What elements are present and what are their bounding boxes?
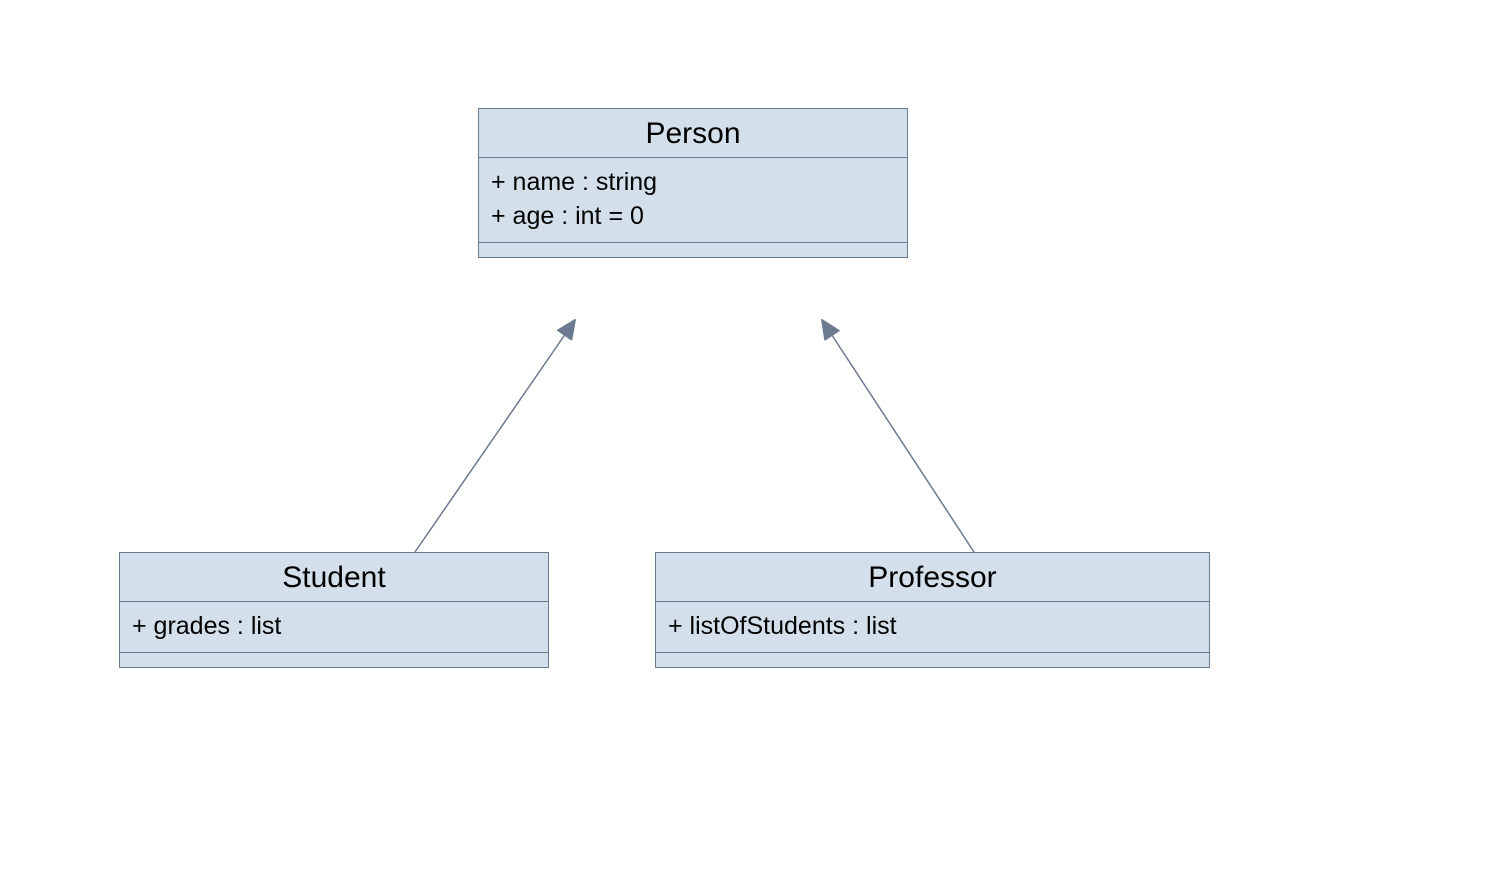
class-professor-operations [656,653,1209,667]
generalization-professor-person [822,320,974,552]
generalization-student-person [415,320,575,552]
class-person-name: Person [479,109,907,158]
uml-canvas: Person + name : string + age : int = 0 S… [0,0,1500,879]
class-person-attr-1: + age : int = 0 [491,200,895,234]
class-student-name: Student [120,553,548,602]
class-student-attr-0: + grades : list [132,610,536,644]
class-professor-attributes: + listOfStudents : list [656,602,1209,653]
class-person-operations [479,243,907,257]
class-person-attr-0: + name : string [491,166,895,200]
class-student-attributes: + grades : list [120,602,548,653]
class-person: Person + name : string + age : int = 0 [478,108,908,258]
class-professor: Professor + listOfStudents : list [655,552,1210,668]
class-student: Student + grades : list [119,552,549,668]
class-person-attributes: + name : string + age : int = 0 [479,158,907,243]
class-professor-attr-0: + listOfStudents : list [668,610,1197,644]
class-student-operations [120,653,548,667]
class-professor-name: Professor [656,553,1209,602]
